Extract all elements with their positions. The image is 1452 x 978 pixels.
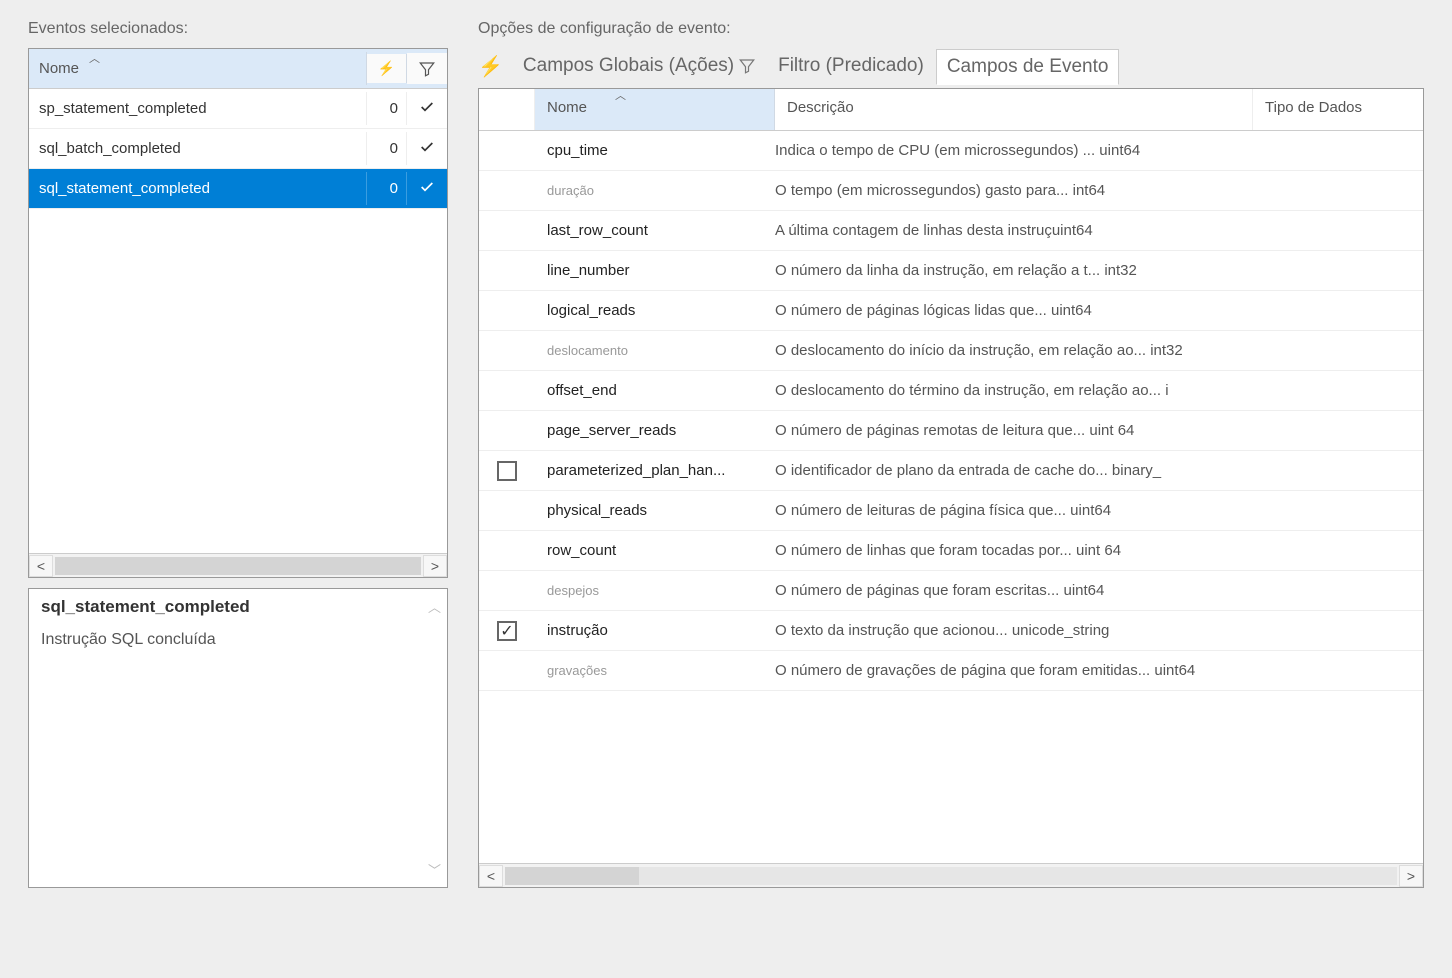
fields-grid[interactable]: ︿ Nome Descrição Tipo de Dados cpu_timeI… — [478, 88, 1424, 888]
fields-grid-header: ︿ Nome Descrição Tipo de Dados — [479, 89, 1423, 131]
event-row[interactable]: sp_statement_completed0 — [29, 89, 447, 129]
event-count: 0 — [367, 92, 407, 125]
field-checkbox[interactable] — [497, 621, 517, 641]
field-checkbox[interactable] — [497, 461, 517, 481]
field-description: O deslocamento do término da instrução, … — [775, 374, 1423, 407]
sort-indicator-icon: ︿ — [89, 50, 100, 66]
lightning-icon: ⚡ — [378, 60, 395, 76]
field-name: row_count — [535, 534, 775, 567]
field-description: O número de linhas que foram tocadas por… — [775, 534, 1423, 567]
events-name-col-label: Nome — [39, 60, 79, 77]
scroll-down-icon[interactable]: ﹀ — [428, 860, 441, 879]
event-name: sql_statement_completed — [29, 172, 367, 205]
field-description: O número da linha da instrução, em relaç… — [775, 254, 1423, 287]
field-row[interactable]: despejosO número de páginas que foram es… — [479, 571, 1423, 611]
field-row[interactable]: parameterized_plan_han...O identificador… — [479, 451, 1423, 491]
events-grid[interactable]: ︿ Nome ⚡ sp_statement_completed0sql_batc… — [28, 48, 448, 578]
event-check — [407, 91, 447, 127]
field-row[interactable]: last_row_countA última contagem de linha… — [479, 211, 1423, 251]
event-name: sp_statement_completed — [29, 92, 367, 125]
events-grid-header: ︿ Nome ⚡ — [29, 49, 447, 89]
field-row[interactable]: page_server_readsO número de páginas rem… — [479, 411, 1423, 451]
field-name: page_server_reads — [535, 414, 775, 447]
scrollbar-thumb[interactable] — [505, 867, 639, 885]
field-name: logical_reads — [535, 294, 775, 327]
scroll-right-button[interactable]: > — [1399, 865, 1423, 887]
tab-filter-predicate[interactable]: Filtro (Predicado) — [768, 49, 934, 83]
event-count: 0 — [367, 132, 407, 165]
field-name: physical_reads — [535, 494, 775, 527]
field-row[interactable]: offset_endO deslocamento do término da i… — [479, 371, 1423, 411]
field-row[interactable]: deslocamentoO deslocamento do início da … — [479, 331, 1423, 371]
field-description: O deslocamento do início da instrução, e… — [775, 334, 1423, 367]
field-row[interactable]: gravaçõesO número de gravações de página… — [479, 651, 1423, 691]
field-row[interactable]: row_countO número de linhas que foram to… — [479, 531, 1423, 571]
events-name-col-header[interactable]: ︿ Nome — [29, 52, 367, 85]
field-name: deslocamento — [535, 335, 775, 366]
events-lightning-col-header[interactable]: ⚡ — [367, 54, 407, 83]
selected-events-label: Eventos selecionados: — [28, 20, 448, 38]
events-filter-col-header[interactable] — [407, 53, 447, 83]
tab-global-fields[interactable]: Campos Globais (Ações) — [513, 49, 766, 83]
fields-name-col-header[interactable]: ︿ Nome — [535, 89, 775, 130]
detail-title: sql_statement_completed — [41, 597, 435, 617]
event-check — [407, 171, 447, 207]
check-icon — [419, 139, 435, 155]
field-description: O tempo (em microssegundos) gasto para..… — [775, 174, 1423, 207]
event-check — [407, 131, 447, 167]
tabs-row: ⚡ Campos Globais (Ações) Filtro (Predica… — [478, 48, 1424, 84]
funnel-icon — [738, 55, 756, 77]
field-name: gravações — [535, 655, 775, 686]
event-name: sql_batch_completed — [29, 132, 367, 165]
fields-check-col-header[interactable] — [479, 89, 535, 130]
field-description: O número de leituras de página física qu… — [775, 494, 1423, 527]
fields-type-col-header[interactable]: Tipo de Dados — [1253, 89, 1423, 130]
event-row[interactable]: sql_statement_completed0 — [29, 169, 447, 209]
scroll-right-button[interactable]: > — [423, 555, 447, 577]
field-row[interactable]: line_numberO número da linha da instruçã… — [479, 251, 1423, 291]
check-icon — [419, 99, 435, 115]
field-name: despejos — [535, 575, 775, 606]
scrollbar-thumb[interactable] — [55, 557, 421, 575]
scroll-left-button[interactable]: < — [29, 555, 53, 577]
config-options-label: Opções de configuração de evento: — [478, 20, 1424, 38]
scroll-up-icon[interactable]: ︿ — [428, 597, 441, 616]
field-name: offset_end — [535, 374, 775, 407]
tab-event-fields[interactable]: Campos de Evento — [936, 49, 1120, 85]
field-description: O número de gravações de página que fora… — [775, 654, 1423, 687]
scroll-left-button[interactable]: < — [479, 865, 503, 887]
detail-description: Instrução SQL concluída — [41, 631, 435, 649]
event-row[interactable]: sql_batch_completed0 — [29, 129, 447, 169]
field-description: A última contagem de linhas desta instru… — [775, 214, 1423, 247]
field-name: duração — [535, 175, 775, 206]
lightning-icon: ⚡ — [478, 54, 503, 79]
check-icon — [419, 179, 435, 195]
field-name: cpu_time — [535, 134, 775, 167]
field-name: instrução — [535, 614, 775, 647]
field-row[interactable]: logical_readsO número de páginas lógicas… — [479, 291, 1423, 331]
sort-indicator-icon: ︿ — [615, 87, 626, 103]
field-row[interactable]: physical_readsO número de leituras de pá… — [479, 491, 1423, 531]
event-count: 0 — [367, 172, 407, 205]
fields-hscrollbar[interactable]: < > — [479, 863, 1423, 887]
fields-desc-col-header[interactable]: Descrição — [775, 89, 1253, 130]
events-hscrollbar[interactable]: < > — [29, 553, 447, 577]
field-row[interactable]: duraçãoO tempo (em microssegundos) gasto… — [479, 171, 1423, 211]
field-name: line_number — [535, 254, 775, 287]
field-description: O número de páginas lógicas lidas que...… — [775, 294, 1423, 327]
field-row[interactable]: cpu_timeIndica o tempo de CPU (em micros… — [479, 131, 1423, 171]
field-description: O texto da instrução que acionou... unic… — [775, 614, 1423, 647]
field-name: last_row_count — [535, 214, 775, 247]
funnel-icon — [418, 60, 436, 78]
field-name: parameterized_plan_han... — [535, 454, 775, 487]
field-description: Indica o tempo de CPU (em microssegundos… — [775, 134, 1423, 167]
field-description: O número de páginas remotas de leitura q… — [775, 414, 1423, 447]
field-description: O identificador de plano da entrada de c… — [775, 454, 1423, 487]
field-description: O número de páginas que foram escritas..… — [775, 574, 1423, 607]
field-row[interactable]: instruçãoO texto da instrução que aciono… — [479, 611, 1423, 651]
event-detail-panel: ︿ sql_statement_completed Instrução SQL … — [28, 588, 448, 888]
